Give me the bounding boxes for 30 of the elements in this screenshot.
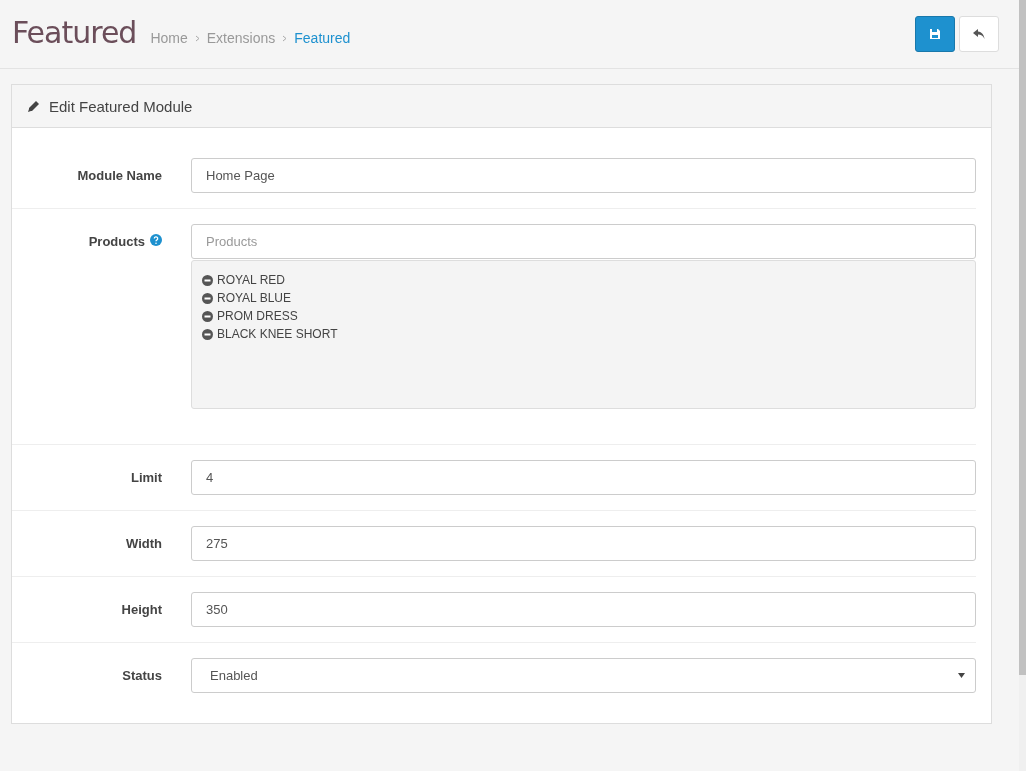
save-button[interactable]: [915, 16, 955, 52]
text-input[interactable]: 350: [191, 592, 976, 627]
product-name: PROM DRESS: [217, 309, 298, 323]
pencil-icon: [27, 99, 40, 113]
text-input[interactable]: Home Page: [191, 158, 976, 193]
field-label: Limit: [130, 470, 162, 485]
product-name: ROYAL BLUE: [217, 291, 292, 305]
remove-icon[interactable]: [202, 310, 213, 322]
chevron-icon: [282, 34, 288, 42]
field-label: Status: [122, 668, 162, 683]
product-search-input[interactable]: Products: [191, 224, 976, 259]
field-label: Height: [121, 602, 162, 617]
chevron-icon: [194, 34, 200, 42]
dropdown-arrow-icon: [958, 673, 965, 678]
status-select[interactable]: Enabled: [191, 658, 976, 693]
panel-title: Edit Featured Module: [49, 97, 193, 115]
field-label: Width: [126, 536, 162, 551]
text-input[interactable]: 4: [191, 460, 976, 495]
remove-icon[interactable]: [202, 328, 213, 340]
field-label: Module Name: [77, 168, 162, 183]
page-title: Featured: [12, 15, 137, 52]
remove-icon[interactable]: [202, 292, 213, 304]
reply-arrow-icon: [972, 28, 986, 40]
text-input[interactable]: 275: [191, 526, 976, 561]
field-label: Products: [88, 234, 145, 249]
back-button[interactable]: [959, 16, 999, 52]
product-name: BLACK KNEE SHORT: [217, 327, 338, 341]
product-name: ROYAL RED: [217, 273, 285, 287]
help-icon[interactable]: [150, 234, 162, 246]
remove-icon[interactable]: [202, 274, 213, 286]
